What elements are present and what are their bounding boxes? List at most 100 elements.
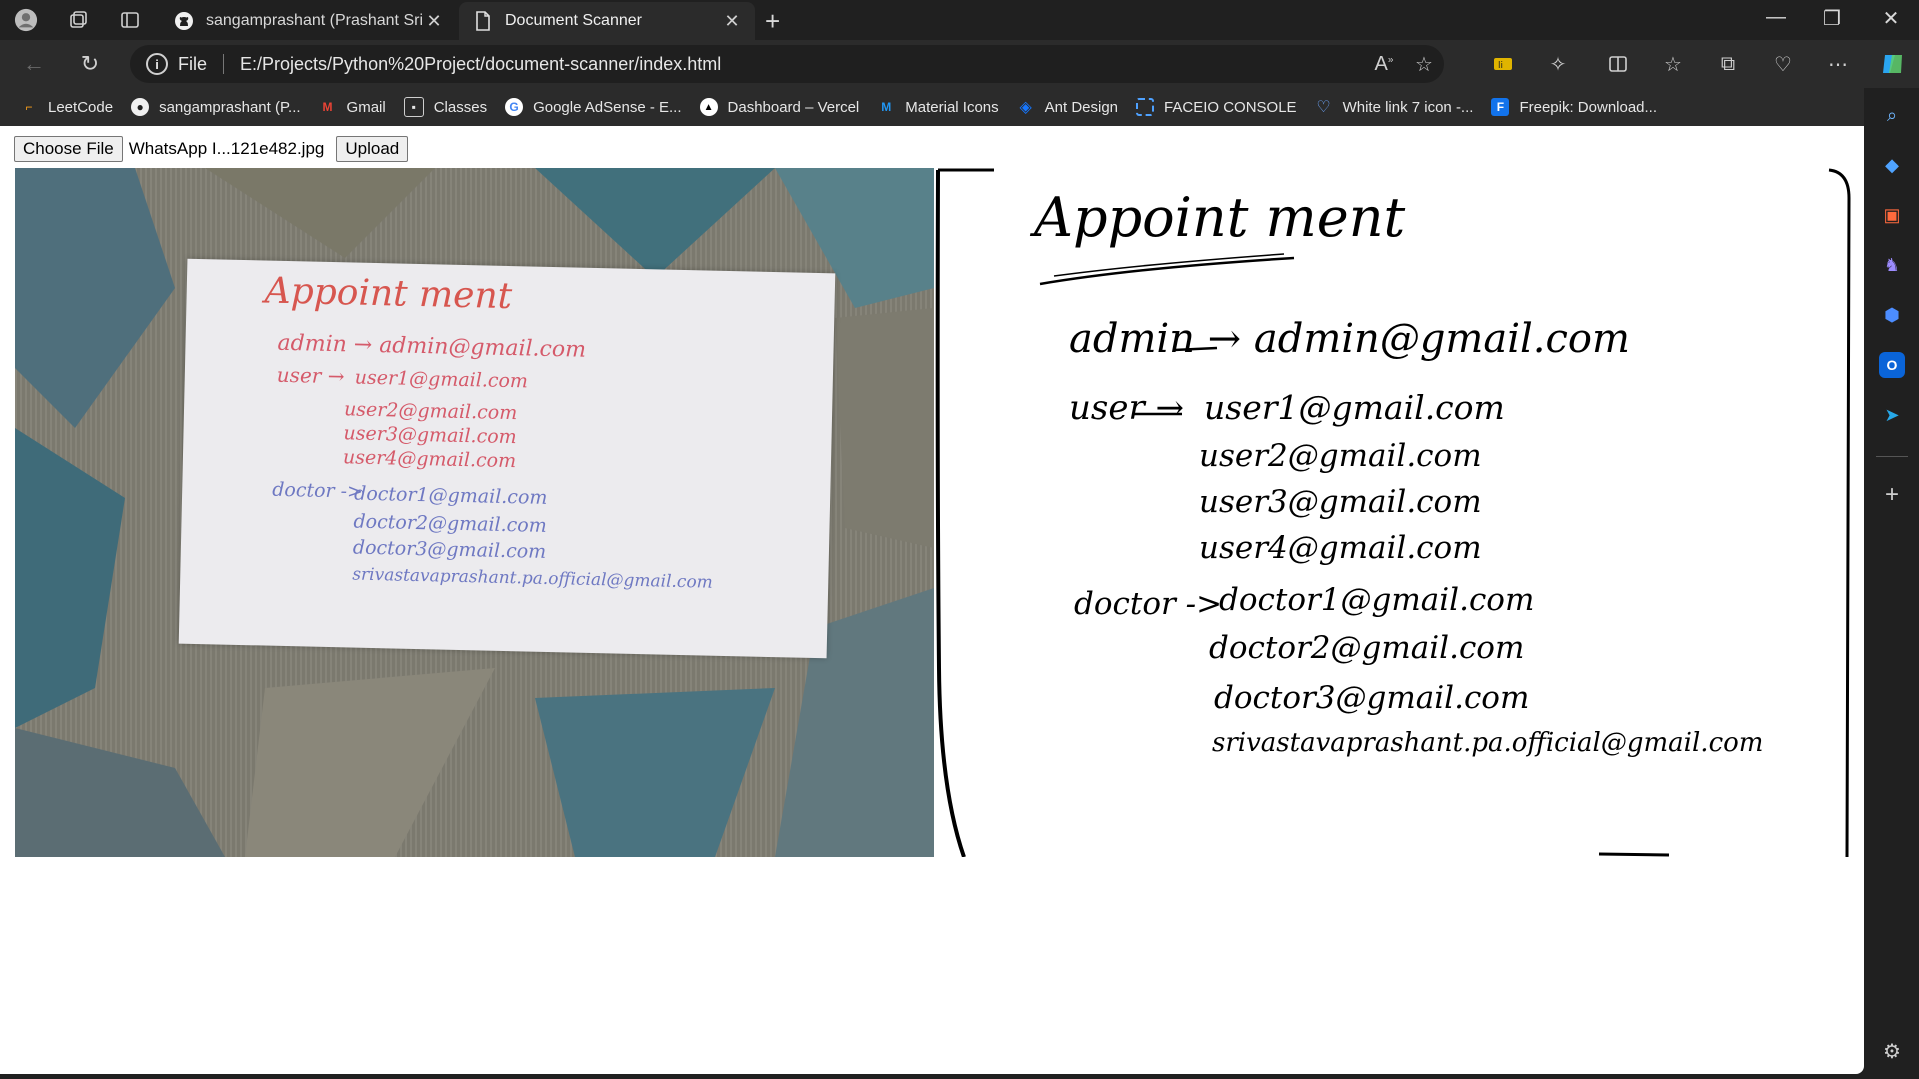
scan-user-3: user3@gmail.com: [1199, 484, 1482, 520]
extension-icon[interactable]: li: [1490, 52, 1516, 76]
photo-doctor-1: doctor1@gmail.com: [353, 482, 548, 509]
tab-title: sangamprashant (Prashant Srivas: [206, 12, 423, 29]
scanned-document: Appoint ment admin → admin@gmail.com use…: [934, 168, 1854, 857]
upload-form: Choose File WhatsApp I...121e482.jpg Upl…: [14, 136, 409, 162]
copilot-icon[interactable]: [1880, 52, 1906, 76]
close-tab-icon[interactable]: ✕: [423, 11, 445, 32]
read-aloud-icon[interactable]: A»: [1364, 53, 1404, 76]
choose-file-button[interactable]: Choose File: [14, 136, 123, 162]
original-photo: Appoint ment admin → admin@gmail.com use…: [15, 168, 934, 857]
scan-user-label: user →: [1069, 388, 1185, 428]
browser-toolbar: ← ↻ i File E:/Projects/Python%20Project/…: [0, 40, 1919, 88]
profile-avatar-icon[interactable]: [14, 8, 38, 32]
photo-user-4: user4@gmail.com: [342, 446, 517, 473]
leetcode-icon: ⌐: [25, 100, 33, 114]
address-bar[interactable]: i File E:/Projects/Python%20Project/docu…: [130, 45, 1444, 83]
photo-user-1: user1@gmail.com: [354, 366, 529, 393]
photo-doctor-2: doctor2@gmail.com: [353, 510, 548, 537]
site-info-icon[interactable]: i: [146, 53, 168, 75]
scan-title: Appoint ment: [1034, 186, 1406, 249]
github-icon: [174, 11, 194, 31]
tools-icon[interactable]: ▣: [1879, 202, 1905, 228]
games-icon[interactable]: ♞: [1879, 252, 1905, 278]
bookmarks-bar: ⌐ LeetCode ● sangamprashant (P... M Gmai…: [0, 88, 1864, 126]
bookmark-leetcode[interactable]: ⌐ LeetCode: [20, 98, 113, 116]
bookmark-ant-design[interactable]: ◈ Ant Design: [1017, 98, 1118, 117]
search-icon[interactable]: ⌕: [1879, 102, 1905, 128]
bookmark-google-adsense[interactable]: G Google AdSense - E...: [505, 98, 682, 116]
back-icon[interactable]: ←: [20, 50, 48, 78]
scan-user-2: user2@gmail.com: [1199, 438, 1482, 474]
svg-text:li: li: [1498, 61, 1503, 71]
more-menu-icon[interactable]: ⋯: [1825, 52, 1851, 76]
url-text[interactable]: E:/Projects/Python%20Project/document-sc…: [240, 54, 1364, 75]
vercel-icon: ▲: [699, 98, 718, 116]
heart-icon: ♡: [1316, 99, 1331, 116]
restore-icon[interactable]: ❐: [1812, 6, 1852, 31]
split-screen-icon[interactable]: [1605, 52, 1631, 76]
upload-button[interactable]: Upload: [336, 136, 409, 162]
photo-user-3: user3@gmail.com: [343, 422, 517, 449]
browser-essentials-icon[interactable]: ♡: [1770, 52, 1796, 76]
tab-github[interactable]: sangamprashant (Prashant Srivas ✕: [160, 2, 457, 40]
add-icon[interactable]: +: [1879, 481, 1905, 508]
photo-doctor-3: doctor3@gmail.com: [352, 536, 547, 563]
selected-file-name: WhatsApp I...121e482.jpg: [128, 139, 325, 158]
shopping-tag-icon[interactable]: ◆: [1879, 152, 1905, 178]
protocol-label: File: [178, 53, 208, 74]
settings-gear-icon[interactable]: ⚙: [1879, 1038, 1905, 1064]
refresh-icon[interactable]: ↻: [76, 50, 104, 78]
close-tab-icon[interactable]: ✕: [721, 11, 743, 32]
bookmark-faceio[interactable]: FACEIO CONSOLE: [1136, 98, 1297, 116]
github-icon: ●: [131, 98, 150, 116]
bookmark-gmail[interactable]: M Gmail: [319, 98, 386, 116]
photo-admin-line: admin → admin@gmail.com: [277, 330, 587, 363]
bookmark-vercel[interactable]: ▲ Dashboard – Vercel: [699, 98, 859, 116]
tab-strip: sangamprashant (Prashant Srivas ✕ Docume…: [0, 0, 1919, 40]
edge-sidebar: ⌕ ◆ ▣ ♞ ⬢ O ➤ + ⚙: [1864, 88, 1919, 1079]
scan-user-1: user1@gmail.com: [1204, 388, 1505, 427]
scan-doctor-2: doctor2@gmail.com: [1209, 630, 1525, 666]
copilot-sidebar-icon[interactable]: ⬢: [1879, 302, 1905, 328]
paper-sheet: Appoint ment admin → admin@gmail.com use…: [178, 258, 836, 659]
faceio-icon: [1136, 98, 1155, 116]
scan-doctor-1: doctor1@gmail.com: [1219, 582, 1535, 618]
photo-doctor-label: doctor ->: [271, 478, 364, 503]
document-icon: [473, 11, 493, 31]
telegram-icon[interactable]: ➤: [1879, 402, 1905, 428]
scan-admin-line: admin → admin@gmail.com: [1069, 316, 1630, 362]
scan-doctor-4: srivastavaprashant.pa.official@gmail.com: [1212, 728, 1764, 758]
address-divider: [223, 54, 225, 74]
sidebar-divider: [1876, 456, 1908, 457]
tab-title: Document Scanner: [505, 12, 642, 29]
freepik-icon: F: [1491, 98, 1510, 116]
bookmark-white-link[interactable]: ♡ White link 7 icon -...: [1315, 98, 1473, 117]
new-tab-icon[interactable]: +: [765, 6, 780, 37]
scan-user-4: user4@gmail.com: [1199, 530, 1482, 566]
favorites-icon[interactable]: ☆: [1660, 52, 1686, 76]
workspaces-icon[interactable]: [66, 8, 90, 32]
bookmark-github[interactable]: ● sangamprashant (P...: [131, 98, 301, 116]
google-icon: G: [505, 98, 524, 116]
minimize-icon[interactable]: —: [1756, 6, 1796, 29]
collections-icon[interactable]: ⧉: [1715, 52, 1741, 76]
photo-user-label: user →: [276, 362, 345, 389]
bookmark-freepik[interactable]: F Freepik: Download...: [1491, 98, 1657, 116]
close-window-icon[interactable]: ✕: [1871, 6, 1911, 31]
extensions-puzzle-icon[interactable]: ✧: [1545, 52, 1571, 76]
photo-user-2: user2@gmail.com: [343, 398, 518, 425]
scan-doctor-3: doctor3@gmail.com: [1214, 680, 1530, 716]
ant-design-icon: ◈: [1019, 99, 1032, 116]
vertical-tabs-icon[interactable]: [118, 8, 142, 32]
gmail-icon: M: [322, 100, 333, 114]
photo-doctor-4: srivastavaprashant.pa.official@gmail.com: [352, 564, 714, 593]
tab-document-scanner[interactable]: Document Scanner ✕: [459, 2, 755, 40]
bookmark-material-icons[interactable]: M Material Icons: [877, 98, 998, 116]
photo-title: Appoint ment: [264, 270, 513, 318]
material-icons-icon: M: [881, 100, 892, 114]
favorite-star-icon[interactable]: ☆: [1404, 52, 1444, 77]
classes-icon: ▪: [403, 97, 424, 117]
page-viewport: Choose File WhatsApp I...121e482.jpg Upl…: [0, 126, 1864, 1074]
bookmark-classes[interactable]: ▪ Classes: [403, 97, 487, 117]
outlook-icon[interactable]: O: [1879, 352, 1905, 378]
